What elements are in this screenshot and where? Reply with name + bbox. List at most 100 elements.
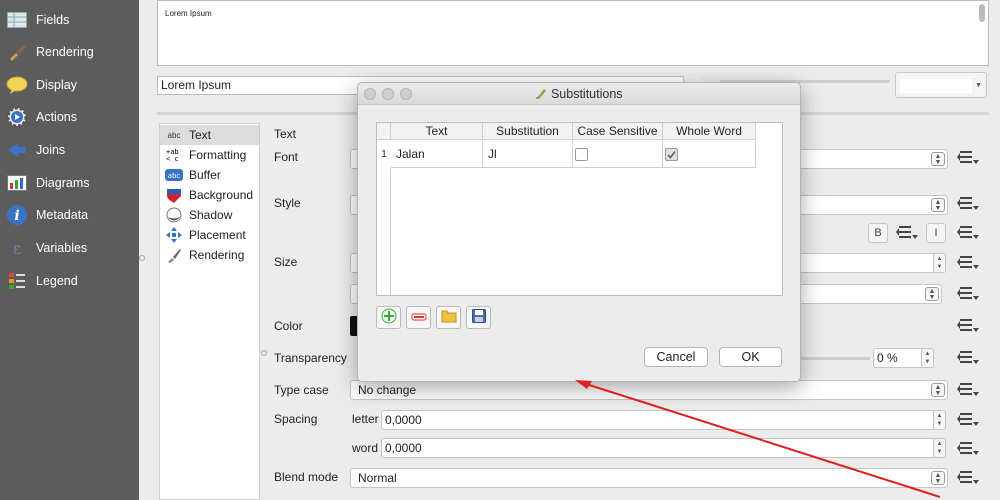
sidebar-item-rendering[interactable]: Rendering: [0, 37, 139, 67]
placement-icon: [165, 227, 183, 243]
label-tab-list: abc Text +ab < c Formatting abc Buffer Ba…: [159, 123, 260, 500]
blend-mode-label: Blend mode: [274, 470, 339, 484]
column-header-substitution[interactable]: Substitution: [483, 123, 573, 140]
cancel-button[interactable]: Cancel: [644, 347, 708, 367]
ok-button[interactable]: OK: [719, 347, 782, 367]
data-defined-icon[interactable]: [957, 350, 979, 366]
style-label: Style: [274, 196, 301, 210]
type-case-combo[interactable]: No change ▲ ▼: [350, 380, 948, 400]
preview-textarea[interactable]: Lorem Ipsum: [157, 0, 989, 66]
data-defined-icon[interactable]: [957, 225, 979, 241]
tab-buffer[interactable]: abc Buffer: [160, 165, 259, 185]
tab-text[interactable]: abc Text: [160, 125, 259, 145]
letter-spacing-value: 0,0000: [385, 413, 422, 427]
fields-table-icon: [6, 9, 28, 31]
sidebar-item-fields[interactable]: Fields: [0, 5, 139, 35]
tab-label: Rendering: [189, 248, 245, 262]
data-defined-icon[interactable]: [957, 196, 979, 212]
italic-button[interactable]: I: [926, 223, 946, 243]
dialog-title-text: Substitutions: [550, 87, 623, 101]
join-arrow-icon: [6, 139, 28, 161]
column-header-case-sensitive[interactable]: Case Sensitive: [573, 123, 663, 140]
splitter-handle[interactable]: [261, 350, 267, 356]
data-defined-icon[interactable]: [957, 318, 979, 334]
data-defined-icon[interactable]: [957, 286, 979, 302]
splitter-handle[interactable]: [139, 255, 145, 261]
sidebar-item-variables[interactable]: ε Variables: [0, 233, 139, 263]
data-defined-icon[interactable]: [957, 382, 979, 398]
tab-label: Shadow: [189, 208, 233, 222]
transparency-label: Transparency: [274, 351, 347, 365]
color-label: Color: [274, 319, 303, 333]
tab-placement[interactable]: Placement: [160, 225, 259, 245]
blend-mode-value: Normal: [358, 471, 397, 485]
cell-whole-word[interactable]: [663, 141, 756, 168]
text-abc-icon: abc: [167, 130, 181, 140]
letter-label: letter: [352, 412, 379, 426]
variables-icon: ε: [6, 237, 28, 259]
data-defined-icon[interactable]: [957, 441, 979, 457]
section-title: Text: [274, 127, 297, 141]
svg-text:ε: ε: [13, 239, 21, 257]
dialog-titlebar[interactable]: Substitutions: [358, 83, 800, 105]
sidebar-item-label: Fields: [36, 13, 70, 27]
type-case-label: Type case: [274, 383, 329, 397]
data-defined-icon[interactable]: [957, 412, 979, 428]
cell-text[interactable]: Jalan: [391, 141, 483, 168]
buffer-abc-icon: abc: [165, 168, 183, 182]
data-defined-icon[interactable]: [896, 225, 918, 241]
transparency-slider[interactable]: [800, 357, 870, 360]
dialog-title: Substitutions: [358, 87, 800, 101]
substitutions-table[interactable]: Text Substitution Case Sensitive Whole W…: [376, 122, 783, 296]
shadow-icon: [165, 207, 183, 223]
row-header-corner: [377, 123, 391, 140]
sidebar-item-metadata[interactable]: i Metadata: [0, 200, 139, 230]
column-header-whole-word[interactable]: Whole Word: [663, 123, 756, 140]
tab-shadow[interactable]: Shadow: [160, 205, 259, 225]
whole-word-checkbox[interactable]: [665, 148, 678, 161]
cell-case-sensitive[interactable]: [573, 141, 663, 168]
cell-substitution[interactable]: Jl: [483, 141, 573, 168]
paint-brush-icon: [6, 41, 28, 63]
sidebar-item-joins[interactable]: Joins: [0, 135, 139, 165]
textarea-scrollbar[interactable]: [977, 2, 987, 64]
tab-formatting[interactable]: +ab < c Formatting: [160, 145, 259, 165]
case-sensitive-checkbox[interactable]: [575, 148, 588, 161]
transparency-spinbox[interactable]: 0 % ▲ ▼: [873, 348, 934, 368]
remove-button[interactable]: [406, 306, 431, 329]
preview-text: Lorem Ipsum: [165, 9, 212, 18]
word-spacing-spinbox[interactable]: 0,0000 ▲ ▼: [381, 438, 946, 458]
open-button[interactable]: [436, 306, 461, 329]
sidebar-item-diagrams[interactable]: Diagrams: [0, 168, 139, 198]
save-button[interactable]: [466, 306, 491, 329]
column-header-text[interactable]: Text: [391, 123, 483, 140]
data-defined-icon[interactable]: [957, 150, 979, 166]
sidebar-item-legend[interactable]: Legend: [0, 266, 139, 296]
sidebar-item-display[interactable]: Display: [0, 70, 139, 100]
tab-label: Formatting: [189, 148, 247, 162]
sidebar-item-label: Metadata: [36, 208, 89, 222]
data-defined-icon[interactable]: [957, 470, 979, 486]
sample-color-combo[interactable]: ▼: [895, 72, 987, 98]
sidebar-item-label: Joins: [36, 143, 66, 157]
minus-icon: [411, 311, 427, 325]
sidebar-item-label: Diagrams: [36, 176, 90, 190]
info-icon: i: [6, 204, 28, 226]
bold-button[interactable]: B: [868, 223, 888, 243]
spacing-label: Spacing: [274, 412, 318, 426]
sidebar-item-label: Rendering: [36, 45, 94, 59]
speech-bubble-icon: [6, 74, 28, 96]
data-defined-icon[interactable]: [957, 255, 979, 271]
blend-mode-combo[interactable]: Normal ▲ ▼: [350, 468, 948, 488]
word-spacing-value: 0,0000: [385, 441, 422, 455]
tab-rendering[interactable]: Rendering: [160, 245, 259, 265]
shield-icon: [165, 188, 183, 203]
tab-label: Background: [189, 188, 254, 202]
tab-label: Text: [189, 128, 212, 142]
letter-spacing-spinbox[interactable]: 0,0000 ▲ ▼: [381, 410, 946, 430]
tab-background[interactable]: Background: [160, 185, 259, 205]
svg-text:abc: abc: [168, 172, 181, 180]
sidebar-item-actions[interactable]: Actions: [0, 102, 139, 132]
add-button[interactable]: [376, 306, 401, 329]
legend-icon: [6, 270, 28, 292]
